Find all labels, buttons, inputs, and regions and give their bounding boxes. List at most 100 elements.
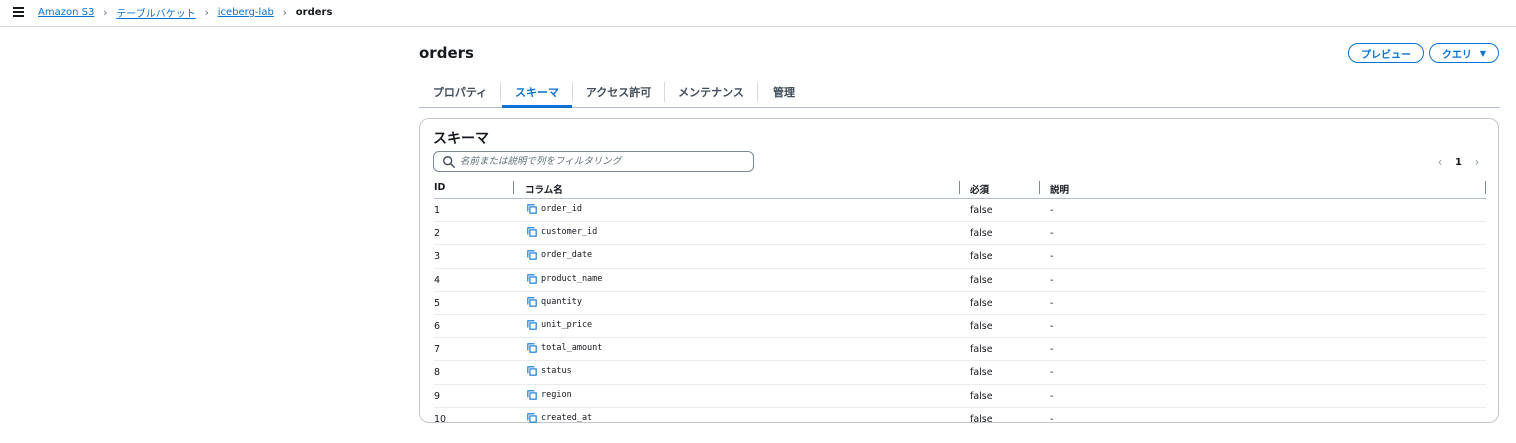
column-filter[interactable] xyxy=(433,151,754,172)
breadcrumb: Amazon S3 › テーブルバケット › iceberg-lab › ord… xyxy=(38,5,332,20)
row-column-name: region xyxy=(527,390,572,400)
row-column-name: product_name xyxy=(527,274,602,284)
row-column-name: total_amount xyxy=(527,343,602,353)
row-column-name: created_at xyxy=(527,413,592,423)
row-id: 5 xyxy=(434,297,441,309)
column-header-required[interactable]: 必須 xyxy=(970,182,989,196)
query-dropdown-button[interactable]: クエリ ▼ xyxy=(1429,43,1499,63)
query-button-label: クエリ xyxy=(1441,49,1472,61)
row-id: 4 xyxy=(434,274,441,286)
tab-access-permissions[interactable]: アクセス許可 xyxy=(573,78,664,106)
tab-divider xyxy=(500,82,501,102)
pagination-page-1[interactable]: 1 xyxy=(1455,157,1462,168)
top-navigation-bar: Amazon S3 › テーブルバケット › iceberg-lab › ord… xyxy=(0,0,1516,27)
schema-panel-title: スキーマ xyxy=(433,131,489,147)
menu-icon[interactable] xyxy=(13,6,25,18)
row-column-name: quantity xyxy=(527,297,582,307)
tab-properties[interactable]: プロパティ xyxy=(419,78,501,106)
table-row: 9 region false - xyxy=(434,385,1486,408)
table-row: 5 quantity false - xyxy=(434,292,1486,315)
column-header-description[interactable]: 説明 xyxy=(1050,182,1069,196)
schema-table: ID コラム名 必須 説明 1 order_id false - 2 custo… xyxy=(434,179,1486,430)
table-row: 8 status false - xyxy=(434,361,1486,385)
row-column-name: unit_price xyxy=(527,320,592,330)
column-icon xyxy=(527,227,537,237)
chevron-right-icon[interactable]: › xyxy=(1470,155,1484,169)
table-row: 7 total_amount false - xyxy=(434,338,1486,362)
column-icon xyxy=(527,204,537,214)
row-id: 3 xyxy=(434,251,441,263)
row-description: - xyxy=(1050,367,1054,379)
row-column-name: customer_id xyxy=(527,227,597,237)
row-required: false xyxy=(970,251,993,263)
preview-button-label: プレビュー xyxy=(1361,49,1411,61)
table-row: 2 customer_id false - xyxy=(434,222,1486,246)
column-icon xyxy=(527,320,537,330)
row-required: false xyxy=(970,228,993,240)
row-required: false xyxy=(970,297,993,309)
column-name-text: region xyxy=(541,389,572,400)
row-description: - xyxy=(1050,251,1054,263)
column-resizer[interactable] xyxy=(513,181,514,194)
row-id: 9 xyxy=(434,390,441,402)
preview-button[interactable]: プレビュー xyxy=(1348,43,1424,63)
table-header: ID コラム名 必須 説明 xyxy=(434,179,1486,199)
row-required: false xyxy=(970,274,993,286)
row-required: false xyxy=(970,390,993,402)
tab-list: プロパティ スキーマ アクセス許可 メンテナンス 管理 xyxy=(419,78,1500,108)
column-name-text: total_amount xyxy=(541,343,603,354)
breadcrumb-link-table-buckets[interactable]: テーブルバケット xyxy=(116,5,195,20)
column-resizer[interactable] xyxy=(1485,181,1486,194)
column-icon xyxy=(527,297,537,307)
row-column-name: order_date xyxy=(527,250,592,260)
row-description: - xyxy=(1050,205,1054,216)
column-name-text: order_date xyxy=(541,250,593,261)
column-name-text: quantity xyxy=(541,296,582,307)
row-description: - xyxy=(1050,297,1054,309)
row-id: 8 xyxy=(434,367,441,379)
row-description: - xyxy=(1050,390,1054,402)
row-description: - xyxy=(1050,344,1054,356)
tab-maintenance[interactable]: メンテナンス xyxy=(665,78,757,106)
column-icon xyxy=(527,412,537,423)
column-icon xyxy=(527,343,537,353)
row-id: 7 xyxy=(434,344,441,356)
breadcrumb-current: orders xyxy=(295,7,333,18)
table-row: 3 order_date false - xyxy=(434,245,1486,269)
row-required: false xyxy=(970,320,993,332)
breadcrumb-link-bucket[interactable]: iceberg-lab xyxy=(218,7,274,18)
tab-schema[interactable]: スキーマ xyxy=(502,78,572,108)
chevron-right-icon: › xyxy=(282,6,287,19)
tab-management[interactable]: 管理 xyxy=(758,78,810,106)
search-icon xyxy=(443,155,455,168)
table-row: 10 created_at false - xyxy=(434,408,1486,430)
table-body: 1 order_id false - 2 customer_id false -… xyxy=(434,199,1486,430)
column-name-text: product_name xyxy=(541,273,603,284)
schema-panel: スキーマ ‹ 1 › ID コラム名 必須 説明 1 xyxy=(419,118,1499,425)
column-name-text: unit_price xyxy=(541,319,593,330)
row-description: - xyxy=(1050,274,1054,286)
chevron-right-icon: › xyxy=(204,6,209,19)
column-name-text: status xyxy=(541,366,572,377)
column-header-id[interactable]: ID xyxy=(434,182,445,193)
row-required: false xyxy=(970,205,993,216)
column-name-text: order_id xyxy=(541,204,582,214)
pagination: ‹ 1 › xyxy=(1433,155,1484,169)
column-filter-input[interactable] xyxy=(460,156,750,167)
column-header-name[interactable]: コラム名 xyxy=(525,182,563,196)
row-column-name: order_id xyxy=(527,204,582,214)
chevron-right-icon: › xyxy=(103,6,108,19)
row-id: 2 xyxy=(434,228,441,240)
column-icon xyxy=(527,366,537,377)
column-name-text: customer_id xyxy=(541,227,598,238)
column-name-text: created_at xyxy=(541,412,593,423)
column-resizer[interactable] xyxy=(1039,181,1040,194)
chevron-left-icon[interactable]: ‹ xyxy=(1433,155,1447,169)
row-id: 10 xyxy=(434,413,447,425)
row-description: - xyxy=(1050,413,1054,425)
row-description: - xyxy=(1050,228,1054,240)
row-description: - xyxy=(1050,320,1054,332)
table-row: 1 order_id false - xyxy=(434,199,1486,223)
column-resizer[interactable] xyxy=(959,181,960,194)
breadcrumb-link-s3[interactable]: Amazon S3 xyxy=(38,7,94,18)
